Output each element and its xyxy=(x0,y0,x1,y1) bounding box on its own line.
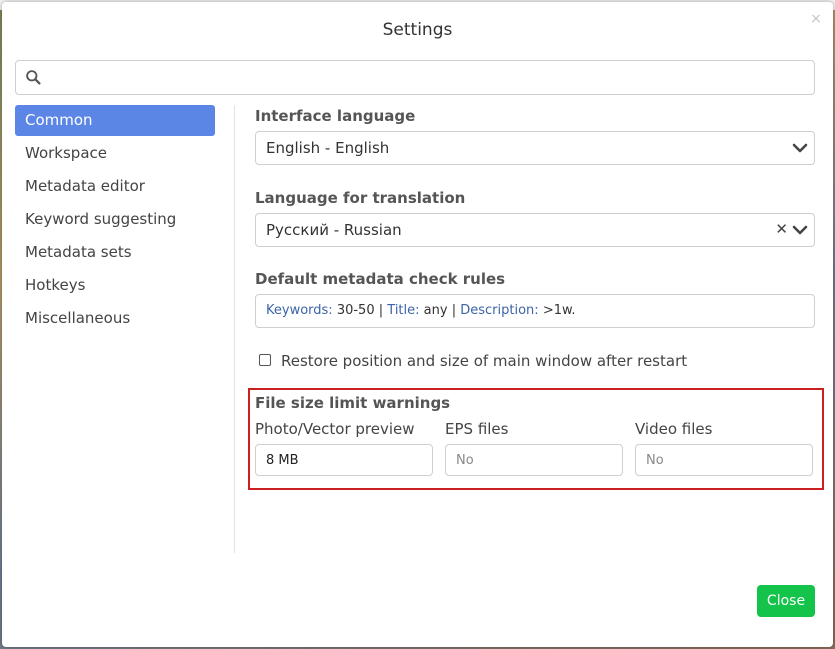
rule-title-key: Title: xyxy=(387,303,420,318)
clear-icon[interactable]: ✕ xyxy=(775,220,788,238)
rule-separator: | xyxy=(451,303,457,318)
rule-title-value: any xyxy=(423,303,448,318)
sidebar-item-hotkeys[interactable]: Hotkeys xyxy=(15,270,215,301)
interface-language-select[interactable]: English - English xyxy=(255,131,815,165)
sidebar-item-metadata-sets[interactable]: Metadata sets xyxy=(15,237,215,268)
chevron-down-icon xyxy=(792,143,808,153)
interface-language-label: Interface language xyxy=(255,107,416,125)
translation-language-value: Русский - Russian xyxy=(266,221,402,239)
rule-keywords-value: 30-50 xyxy=(336,303,375,318)
video-files-label: Video files xyxy=(635,420,713,438)
restore-window-label: Restore position and size of main window… xyxy=(281,352,688,370)
translation-language-select[interactable]: Русский - Russian ✕ xyxy=(255,213,815,247)
search-input[interactable] xyxy=(50,65,804,91)
photo-vector-label: Photo/Vector preview xyxy=(255,420,415,438)
video-files-input[interactable] xyxy=(635,444,813,476)
close-button[interactable]: Close xyxy=(757,585,815,617)
file-size-title: File size limit warnings xyxy=(255,394,451,412)
eps-files-label: EPS files xyxy=(445,420,509,438)
restore-window-option[interactable]: Restore position and size of main window… xyxy=(259,352,687,370)
dialog-title: Settings xyxy=(382,20,453,40)
rule-description-value: >1w. xyxy=(542,303,576,318)
sidebar-item-common[interactable]: Common xyxy=(15,105,215,136)
translation-language-label: Language for translation xyxy=(255,189,466,207)
close-icon[interactable]: × xyxy=(809,12,823,26)
rule-separator: | xyxy=(378,303,384,318)
metadata-rules-label: Default metadata check rules xyxy=(255,270,506,288)
photo-vector-input[interactable] xyxy=(255,444,433,476)
search-field[interactable] xyxy=(15,60,815,95)
sidebar-item-miscellaneous[interactable]: Miscellaneous xyxy=(15,303,215,334)
sidebar-item-metadata-editor[interactable]: Metadata editor xyxy=(15,171,215,202)
rule-keywords-key: Keywords: xyxy=(266,303,333,318)
search-icon xyxy=(26,70,41,85)
restore-window-checkbox[interactable] xyxy=(259,354,271,366)
metadata-rules-field[interactable]: Keywords: 30-50 | Title: any | Descripti… xyxy=(255,294,815,328)
sidebar-divider xyxy=(234,105,235,553)
chevron-down-icon xyxy=(792,225,808,235)
sidebar-item-keyword-suggesting[interactable]: Keyword suggesting xyxy=(15,204,215,235)
eps-files-input[interactable] xyxy=(445,444,623,476)
interface-language-value: English - English xyxy=(266,139,390,157)
settings-sidebar: Common Workspace Metadata editor Keyword… xyxy=(15,105,215,336)
sidebar-item-workspace[interactable]: Workspace xyxy=(15,138,215,169)
rule-description-key: Description: xyxy=(460,303,539,318)
